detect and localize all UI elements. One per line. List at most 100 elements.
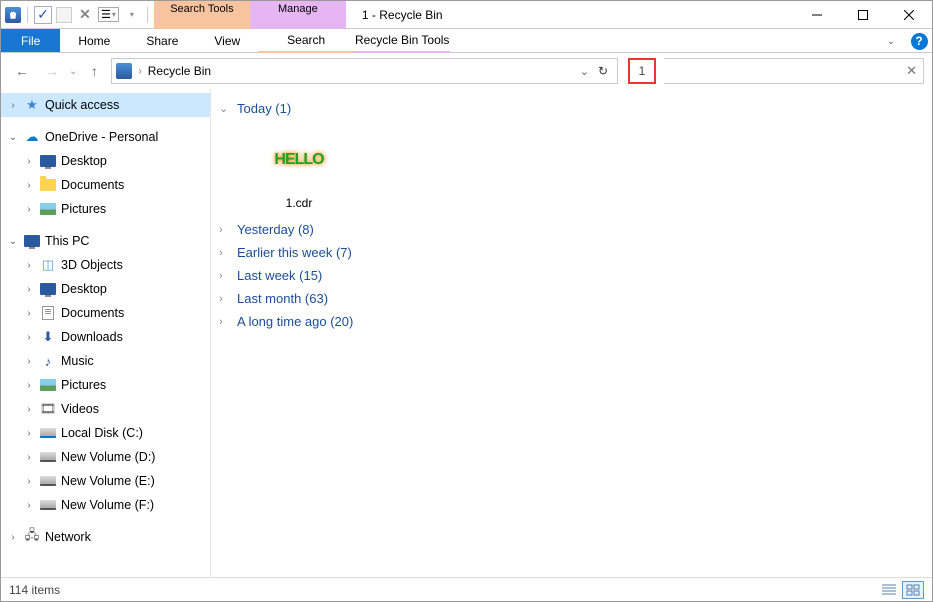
ribbon-expand-button[interactable]: ⌄	[876, 27, 906, 55]
view-details-button[interactable]	[878, 581, 900, 599]
chevron-right-icon[interactable]: ›	[23, 260, 35, 271]
chevron-right-icon[interactable]: ›	[23, 404, 35, 415]
chevron-right-icon[interactable]: ›	[23, 308, 35, 319]
sidebar-item-new-volume-e[interactable]: › New Volume (E:)	[1, 469, 210, 493]
forward-button[interactable]: →	[39, 58, 65, 84]
tab-file[interactable]: File	[1, 29, 60, 52]
chevron-right-icon[interactable]: ›	[23, 332, 35, 343]
properties-icon[interactable]: ✓	[34, 6, 52, 24]
sidebar-item-music[interactable]: › ♪ Music	[1, 349, 210, 373]
status-text: 114 items	[9, 583, 60, 597]
quick-access-toolbar: ✓ ✕ ☰▾ ▾	[1, 1, 154, 28]
chevron-right-icon[interactable]: ›	[219, 316, 231, 328]
qat-separator	[147, 7, 148, 23]
group-header-last-month[interactable]: › Last month (63)	[215, 287, 928, 310]
search-input-area[interactable]: ✕	[664, 58, 924, 84]
sidebar-item-videos[interactable]: › 🎞 Videos	[1, 397, 210, 421]
sidebar-item-pictures[interactable]: › Pictures	[1, 373, 210, 397]
chevron-down-icon[interactable]: ⌄	[7, 236, 19, 247]
group-header-yesterday[interactable]: › Yesterday (8)	[215, 218, 928, 241]
navigation-pane[interactable]: › ★ Quick access ⌄ ☁ OneDrive - Personal…	[1, 89, 211, 577]
file-list[interactable]: ⌄ Today (1) HELLO 1.cdr › Yesterday (8) …	[211, 89, 932, 577]
sidebar-item-new-volume-f[interactable]: › New Volume (F:)	[1, 493, 210, 517]
chevron-right-icon[interactable]: ›	[23, 380, 35, 391]
chevron-right-icon[interactable]: ›	[23, 428, 35, 439]
sidebar-item-new-volume-d[interactable]: › New Volume (D:)	[1, 445, 210, 469]
tab-view[interactable]: View	[196, 29, 258, 52]
group-label: Yesterday (8)	[237, 222, 314, 237]
group-header-long-time-ago[interactable]: › A long time ago (20)	[215, 310, 928, 333]
close-button[interactable]	[886, 1, 932, 29]
context-tab-search: Search Tools	[154, 1, 250, 29]
help-icon: ?	[911, 33, 928, 50]
sidebar-item-label: New Volume (F:)	[61, 498, 154, 512]
chevron-right-icon[interactable]: ›	[23, 180, 35, 191]
chevron-down-icon[interactable]: ⌄	[219, 102, 231, 115]
tab-recycle-bin-tools[interactable]: Recycle Bin Tools	[354, 29, 450, 53]
sidebar-item-desktop[interactable]: › Desktop	[1, 277, 210, 301]
music-icon: ♪	[39, 353, 57, 369]
chevron-right-icon[interactable]: ›	[219, 224, 231, 236]
up-button[interactable]: ↑	[81, 58, 107, 84]
sidebar-item-3d-objects[interactable]: › ◫ 3D Objects	[1, 253, 210, 277]
refresh-button[interactable]: ↻	[593, 61, 613, 81]
chevron-right-icon[interactable]: ›	[23, 204, 35, 215]
desktop-icon	[39, 281, 57, 297]
chevron-right-icon[interactable]: ›	[7, 100, 19, 111]
sidebar-item-label: Pictures	[61, 378, 106, 392]
chevron-right-icon[interactable]: ›	[7, 532, 19, 543]
sidebar-item-quick-access[interactable]: › ★ Quick access	[1, 93, 210, 117]
help-button[interactable]: ?	[906, 27, 932, 55]
search-clear-button[interactable]: ✕	[906, 63, 917, 79]
sidebar-item-documents[interactable]: › Documents	[1, 301, 210, 325]
tab-search[interactable]: Search	[258, 29, 354, 53]
chevron-right-icon[interactable]: ›	[219, 247, 231, 259]
minimize-button[interactable]	[794, 1, 840, 29]
qat-undo-dropdown[interactable]: ☰▾	[98, 7, 119, 22]
sidebar-item-onedrive[interactable]: ⌄ ☁ OneDrive - Personal	[1, 125, 210, 149]
sidebar-item-desktop[interactable]: › Desktop	[1, 149, 210, 173]
network-icon: 🖧	[23, 529, 41, 545]
cube-icon: ◫	[39, 257, 57, 273]
group-header-today[interactable]: ⌄ Today (1)	[215, 97, 928, 120]
sidebar-item-this-pc[interactable]: ⌄ This PC	[1, 229, 210, 253]
sidebar-item-downloads[interactable]: › ⬇ Downloads	[1, 325, 210, 349]
chevron-right-icon[interactable]: ›	[23, 476, 35, 487]
tab-home[interactable]: Home	[60, 29, 128, 52]
qat-customize-dropdown[interactable]: ▾	[123, 6, 141, 24]
history-dropdown[interactable]: ⌄	[69, 66, 77, 77]
address-dropdown-icon[interactable]: ⌄	[580, 65, 589, 78]
content-area: › ★ Quick access ⌄ ☁ OneDrive - Personal…	[1, 89, 932, 577]
sidebar-item-label: This PC	[45, 234, 89, 248]
chevron-right-icon[interactable]: ›	[219, 293, 231, 305]
sidebar-item-local-disk-c[interactable]: › Local Disk (C:)	[1, 421, 210, 445]
delete-icon[interactable]: ✕	[76, 6, 94, 24]
context-tab-manage-label: Manage	[278, 3, 318, 15]
qat-item-icon[interactable]	[56, 7, 72, 23]
group-header-earlier-this-week[interactable]: › Earlier this week (7)	[215, 241, 928, 264]
view-large-icons-button[interactable]	[902, 581, 924, 599]
chevron-right-icon[interactable]: ›	[23, 156, 35, 167]
back-button[interactable]: ←	[9, 58, 35, 84]
address-bar[interactable]: › Recycle Bin ⌄ ↻	[111, 58, 618, 84]
sidebar-item-network[interactable]: › 🖧 Network	[1, 525, 210, 549]
chevron-right-icon[interactable]: ›	[219, 270, 231, 282]
chevron-right-icon[interactable]: ›	[23, 452, 35, 463]
window-title: 1 - Recycle Bin	[346, 1, 794, 28]
search-input[interactable]: 1	[628, 58, 656, 84]
chevron-right-icon[interactable]: ›	[23, 284, 35, 295]
chevron-right-icon[interactable]: ›	[23, 356, 35, 367]
this-pc-icon	[23, 233, 41, 249]
sidebar-item-pictures[interactable]: › Pictures	[1, 197, 210, 221]
sidebar-item-label: Desktop	[61, 154, 107, 168]
chevron-down-icon[interactable]: ⌄	[7, 132, 19, 143]
sidebar-item-label: New Volume (E:)	[61, 474, 155, 488]
status-bar: 114 items	[1, 577, 932, 601]
maximize-button[interactable]	[840, 1, 886, 29]
chevron-right-icon[interactable]: ›	[23, 500, 35, 511]
group-header-last-week[interactable]: › Last week (15)	[215, 264, 928, 287]
sidebar-item-documents[interactable]: › Documents	[1, 173, 210, 197]
file-item[interactable]: HELLO 1.cdr	[239, 128, 359, 210]
tab-share[interactable]: Share	[128, 29, 196, 52]
breadcrumb-location[interactable]: Recycle Bin	[148, 64, 211, 78]
